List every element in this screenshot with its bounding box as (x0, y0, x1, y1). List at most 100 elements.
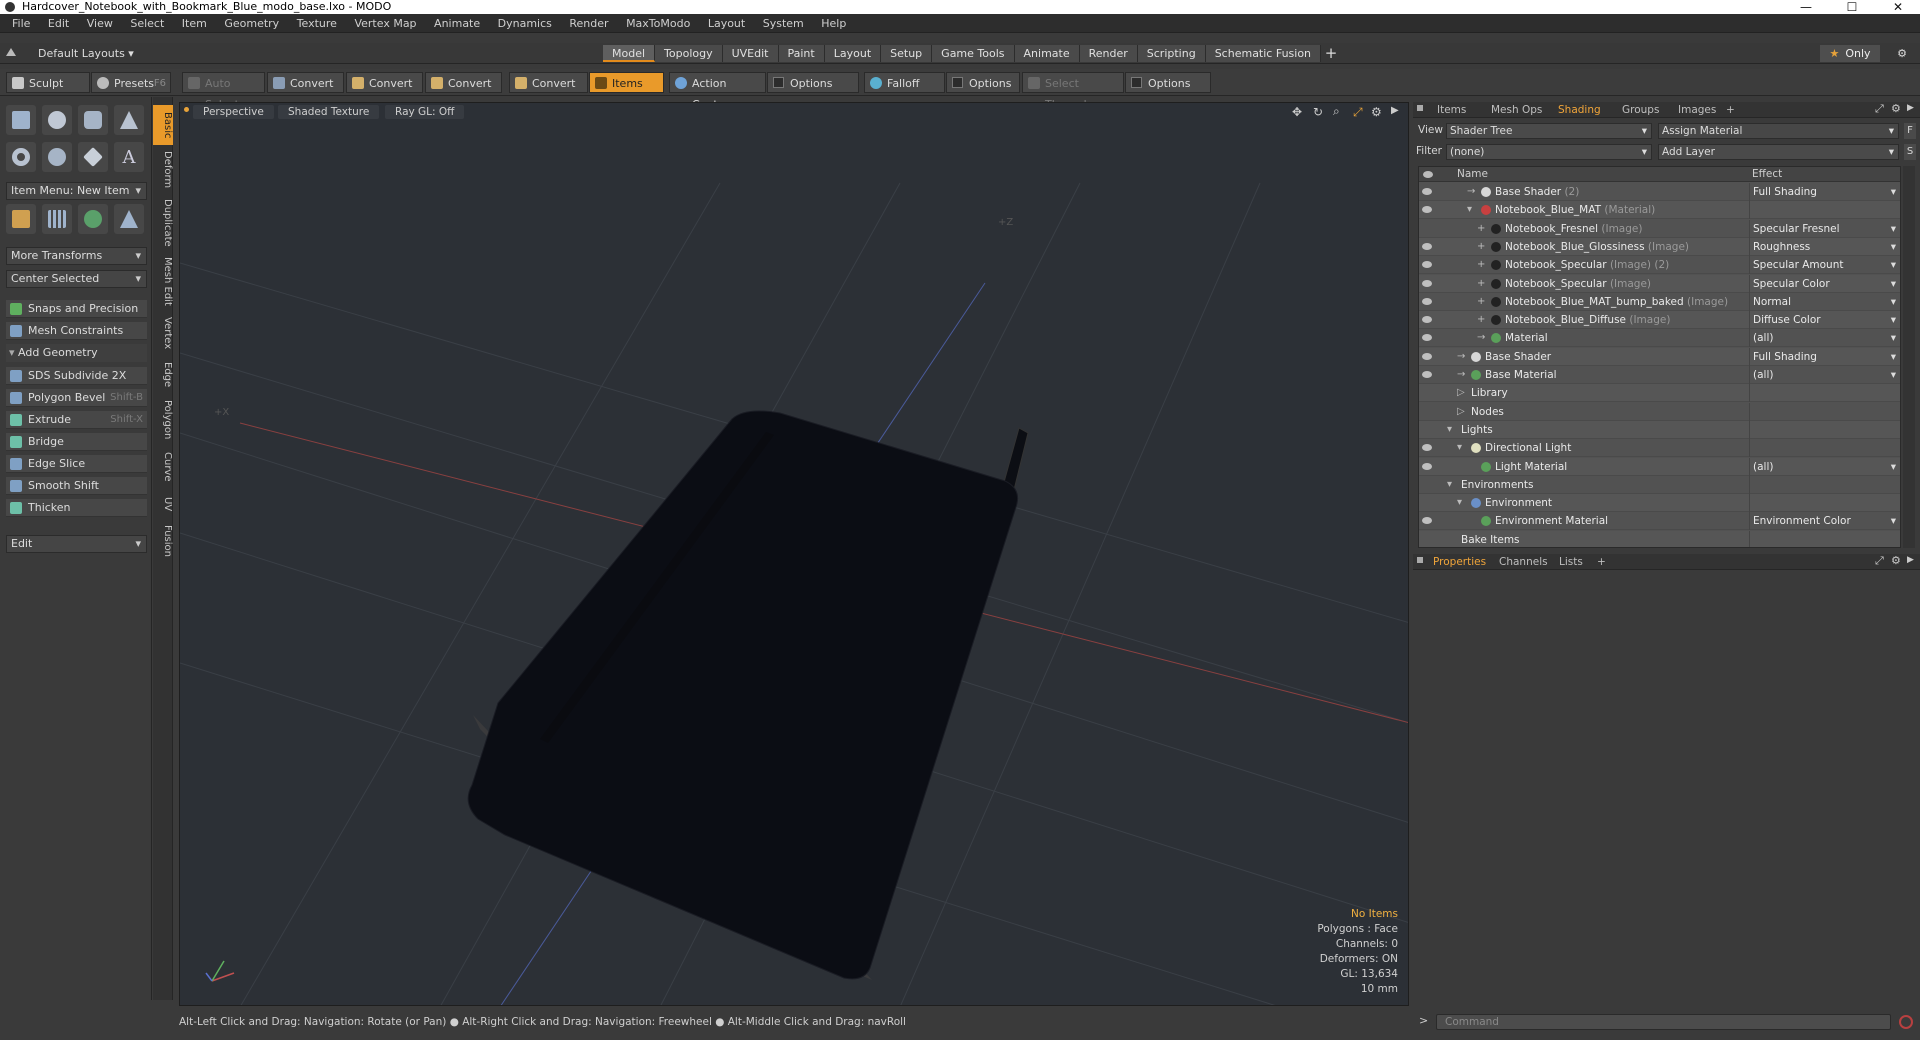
tab-animate[interactable]: Animate (1014, 45, 1080, 62)
eye-icon[interactable] (1422, 334, 1432, 342)
tree-toggle-icon[interactable]: ▷ (1457, 403, 1465, 421)
tab-render[interactable]: Render (1079, 45, 1138, 62)
maximize-viewport-icon[interactable]: ⤢ (1353, 105, 1363, 120)
falloff-options-button[interactable]: Options (946, 72, 1020, 93)
tab-mesh-ops[interactable]: Mesh Ops (1483, 102, 1550, 118)
vtab-deform[interactable]: Deform (153, 147, 173, 193)
shader-tree-row[interactable]: → Base Shader Full Shading (1419, 347, 1900, 366)
sculpt-button[interactable]: Sculpt (6, 72, 90, 93)
item-menu-dropdown[interactable]: Item Menu: New Item (6, 182, 147, 200)
eye-icon[interactable] (1422, 517, 1432, 525)
only-toggle-button[interactable]: ★ Only (1820, 45, 1880, 62)
panel-menu-icon[interactable] (1417, 105, 1423, 111)
falloff-button[interactable]: Falloff (864, 72, 945, 93)
tab-topology[interactable]: Topology (655, 45, 723, 62)
tree-toggle-icon[interactable]: ▾ (1447, 476, 1452, 494)
convert-items-button[interactable]: Convert (509, 72, 588, 93)
tree-toggle-icon[interactable]: ▾ (1447, 421, 1452, 439)
tree-toggle-icon[interactable]: → (1457, 348, 1465, 366)
thicken-button[interactable]: Thicken (6, 499, 147, 517)
eye-icon[interactable] (1422, 206, 1432, 214)
gear-icon[interactable]: ⚙ (1891, 102, 1901, 115)
shader-tree-row[interactable]: Bake Items (1419, 530, 1900, 547)
vtab-mesh-edit[interactable]: Mesh Edit (153, 253, 173, 309)
vtab-edge[interactable]: Edge (153, 357, 173, 393)
f-button[interactable]: F (1904, 123, 1916, 139)
convert-vertices-button[interactable]: Convert (267, 72, 344, 93)
transform-icon[interactable] (6, 204, 36, 234)
tab-images[interactable]: Images (1670, 102, 1724, 118)
eye-icon[interactable] (1423, 171, 1433, 178)
rotate-icon[interactable]: ↻ (1313, 105, 1323, 119)
viewport-menu-icon[interactable] (184, 107, 189, 112)
tree-toggle-icon[interactable]: ▾ (1457, 439, 1462, 457)
shader-tree-row[interactable]: Light Material (all) (1419, 457, 1900, 476)
filter-dropdown[interactable]: (none) (1446, 144, 1652, 160)
eye-icon[interactable] (1422, 297, 1432, 305)
eye-icon[interactable] (1422, 279, 1432, 287)
center-selected-dropdown[interactable]: Center Selected (6, 270, 147, 288)
tree-toggle-icon[interactable]: + (1477, 293, 1485, 311)
perspective-button[interactable]: Perspective (193, 105, 274, 119)
menu-render[interactable]: Render (562, 14, 615, 33)
globe-icon[interactable] (78, 204, 108, 234)
menu-view[interactable]: View (80, 14, 120, 33)
eye-icon[interactable] (1422, 444, 1432, 452)
add-layout-tab-button[interactable]: + (1321, 45, 1341, 62)
eye-icon[interactable] (1422, 242, 1432, 250)
menu-animate[interactable]: Animate (427, 14, 487, 33)
eye-icon[interactable] (1422, 352, 1432, 360)
vtab-basic[interactable]: Basic (153, 105, 173, 145)
layer-effect[interactable]: Specular Fresnel (1749, 219, 1900, 238)
eye-icon[interactable] (1422, 188, 1432, 195)
tree-toggle-icon[interactable]: + (1477, 220, 1485, 238)
effect-column-header[interactable]: Effect (1752, 168, 1782, 180)
cylinder-icon[interactable] (78, 105, 108, 135)
layer-effect[interactable]: Diffuse Color (1749, 311, 1900, 330)
vtab-duplicate[interactable]: Duplicate (153, 195, 173, 251)
tab-model[interactable]: Model (603, 45, 656, 62)
menu-item[interactable]: Item (175, 14, 214, 33)
gear-icon[interactable]: ⚙ (1371, 105, 1382, 119)
chevron-right-icon[interactable]: ▶ (1907, 103, 1914, 113)
shader-tree-row[interactable]: ▷ Library (1419, 384, 1900, 403)
shader-tree-row[interactable]: ▾ Notebook_Blue_MAT (Material) (1419, 201, 1900, 220)
layer-effect[interactable]: (all) (1749, 366, 1900, 384)
shader-tree-row[interactable]: + Notebook_Specular (Image) Specular Color (1419, 274, 1900, 293)
layer-effect[interactable]: Full Shading (1749, 347, 1900, 366)
eye-icon[interactable] (1422, 371, 1432, 378)
more-transforms-dropdown[interactable]: More Transforms (6, 247, 147, 265)
default-layouts-dropdown[interactable]: Default Layouts ▾ (38, 43, 134, 64)
eye-icon[interactable] (1422, 462, 1432, 470)
menu-texture[interactable]: Texture (290, 14, 344, 33)
pan-icon[interactable]: ✥ (1292, 105, 1302, 119)
expand-icon[interactable]: ⤢ (1875, 554, 1884, 568)
vtab-uv[interactable]: UV (153, 489, 173, 519)
tree-toggle-icon[interactable]: → (1467, 183, 1475, 201)
shader-tree-row[interactable]: ▾ Lights (1419, 420, 1900, 439)
tree-toggle-icon[interactable]: + (1477, 256, 1485, 274)
tab-shading[interactable]: Shading (1550, 102, 1609, 118)
view-dropdown[interactable]: Shader Tree (1446, 123, 1652, 139)
shader-tree-row[interactable]: Environment Material Environment Color (1419, 512, 1900, 531)
convert-polygons-button[interactable]: Convert (425, 72, 502, 93)
layer-effect[interactable]: Roughness (1749, 237, 1900, 256)
minimize-button[interactable]: — (1786, 0, 1826, 14)
tree-toggle-icon[interactable]: ▷ (1457, 384, 1465, 402)
tab-items[interactable]: Items (1429, 102, 1474, 118)
menu-layout[interactable]: Layout (701, 14, 752, 33)
auto-select-button[interactable]: Auto Select (182, 72, 265, 111)
tab-schematic-fusion[interactable]: Schematic Fusion (1205, 45, 1322, 62)
menu-edit[interactable]: Edit (41, 14, 76, 33)
presets-button[interactable]: Presets F6 (91, 72, 171, 93)
cube-icon[interactable] (6, 105, 36, 135)
3d-viewport[interactable]: +Z +X Perspective Shaded Texture Ray GL:… (179, 102, 1409, 1006)
maximize-button[interactable]: ☐ (1832, 0, 1872, 14)
assign-material-dropdown[interactable]: Assign Material (1658, 123, 1899, 139)
tab-properties[interactable]: Properties (1425, 554, 1494, 570)
select-through-button[interactable]: Select Through (1022, 72, 1124, 111)
command-input[interactable]: Command (1436, 1014, 1891, 1030)
tree-toggle-icon[interactable]: ▾ (1467, 201, 1472, 219)
tab-lists[interactable]: Lists (1551, 554, 1591, 570)
menu-maxtomodo[interactable]: MaxToModo (619, 14, 697, 33)
